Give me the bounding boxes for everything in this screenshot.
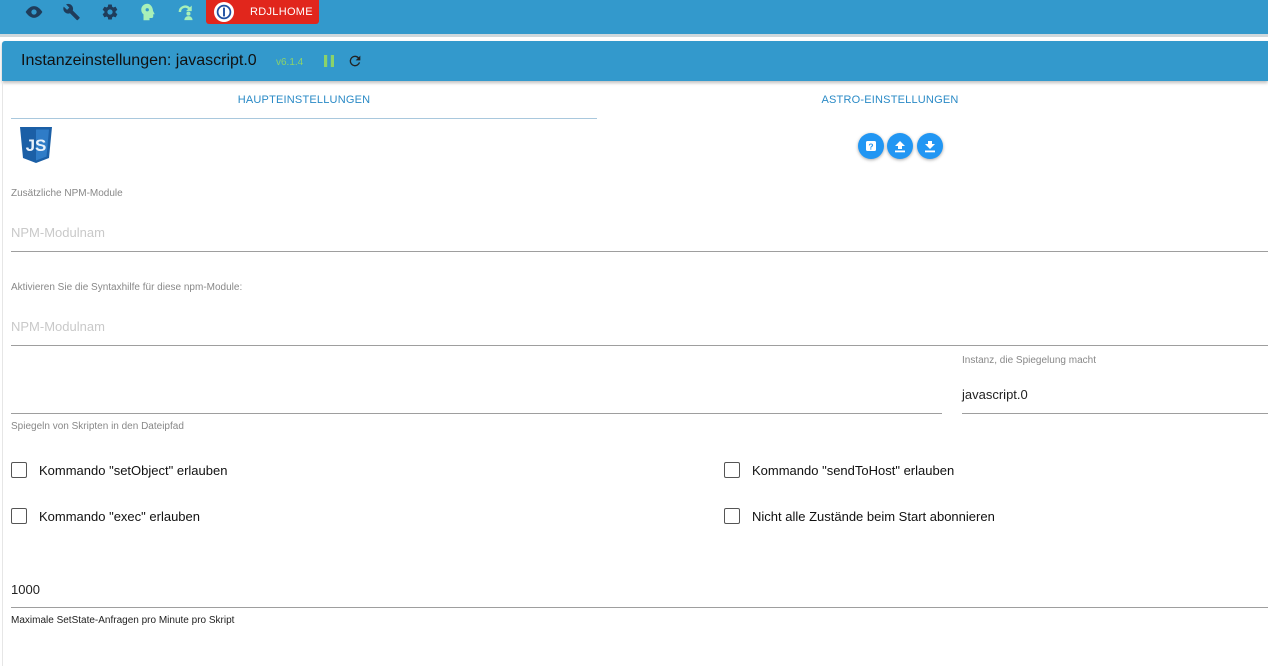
download-button[interactable] [917,133,943,159]
npm-modules-input[interactable]: NPM-Modulnam [11,225,105,240]
no-subscribe-label: Nicht alle Zustände beim Start abonniere… [752,508,995,524]
svg-text:JS: JS [26,136,47,155]
exec-label: Kommando "exec" erlauben [39,508,200,524]
content-left-border [2,81,3,666]
mirror-instance-underline [962,413,1268,414]
pause-icon[interactable] [323,54,335,68]
upload-button[interactable] [887,133,913,159]
syntax-help-input[interactable]: NPM-Modulnam [11,319,105,334]
mirror-instance-label: Instanz, die Spiegelung macht [962,355,1096,366]
send-to-host-checkbox[interactable] [724,462,740,478]
reload-icon[interactable] [347,53,363,69]
top-toolbar: RDJLHOME [0,0,1268,37]
instance-title-bar: Instanzeinstellungen: javascript.0 v6.1.… [2,41,1268,81]
set-object-label: Kommando "setObject" erlauben [39,462,228,478]
npm-modules-underline [11,251,1268,252]
no-subscribe-checkbox[interactable] [724,508,740,524]
setstate-limit-helper: Maximale SetState-Anfragen pro Minute pr… [11,615,235,626]
syntax-help-underline [11,345,1268,346]
send-to-host-checkbox-row[interactable]: Kommando "sendToHost" erlauben [724,462,954,478]
set-object-checkbox[interactable] [11,462,27,478]
tab-main-settings[interactable]: HAUPTEINSTELLUNGEN [11,94,597,106]
page-title: Instanzeinstellungen: javascript.0 [21,52,257,69]
host-button[interactable]: RDJLHOME [206,0,319,24]
no-subscribe-checkbox-row[interactable]: Nicht alle Zustände beim Start abonniere… [724,508,995,524]
tab-astro-settings[interactable]: ASTRO-EINSTELLUNGEN [597,94,1183,106]
send-to-host-label: Kommando "sendToHost" erlauben [752,462,955,478]
mirror-path-helper: Spiegeln von Skripten in den Dateipfad [11,421,184,432]
help-icon: ? [866,141,876,152]
mirror-path-input[interactable] [11,413,942,414]
setstate-limit-underline [11,607,1268,608]
mirror-instance-select[interactable]: javascript.0 [962,387,1028,402]
active-tab-indicator [11,118,597,119]
exec-checkbox-row[interactable]: Kommando "exec" erlauben [11,508,200,524]
javascript-logo-icon: JS [19,126,53,164]
exec-checkbox[interactable] [11,508,27,524]
brain-icon[interactable] [135,0,161,24]
host-label: RDJLHOME [250,6,313,18]
svg-text:?: ? [868,142,873,152]
download-icon [925,140,935,152]
wrench-icon[interactable] [59,0,85,24]
eye-icon[interactable] [21,0,47,24]
set-object-checkbox-row[interactable]: Kommando "setObject" erlauben [11,462,227,478]
npm-modules-label: Zusätzliche NPM-Module [11,188,123,199]
gear-icon[interactable] [97,0,123,24]
iobroker-logo-icon [214,2,234,22]
refresh-person-icon[interactable] [173,0,199,24]
upload-icon [895,140,905,152]
setstate-limit-input[interactable]: 1000 [11,582,40,597]
version-badge: v6.1.4 [276,57,304,68]
help-button[interactable]: ? [858,133,884,159]
syntax-help-label: Aktivieren Sie die Syntaxhilfe für diese… [11,282,243,293]
